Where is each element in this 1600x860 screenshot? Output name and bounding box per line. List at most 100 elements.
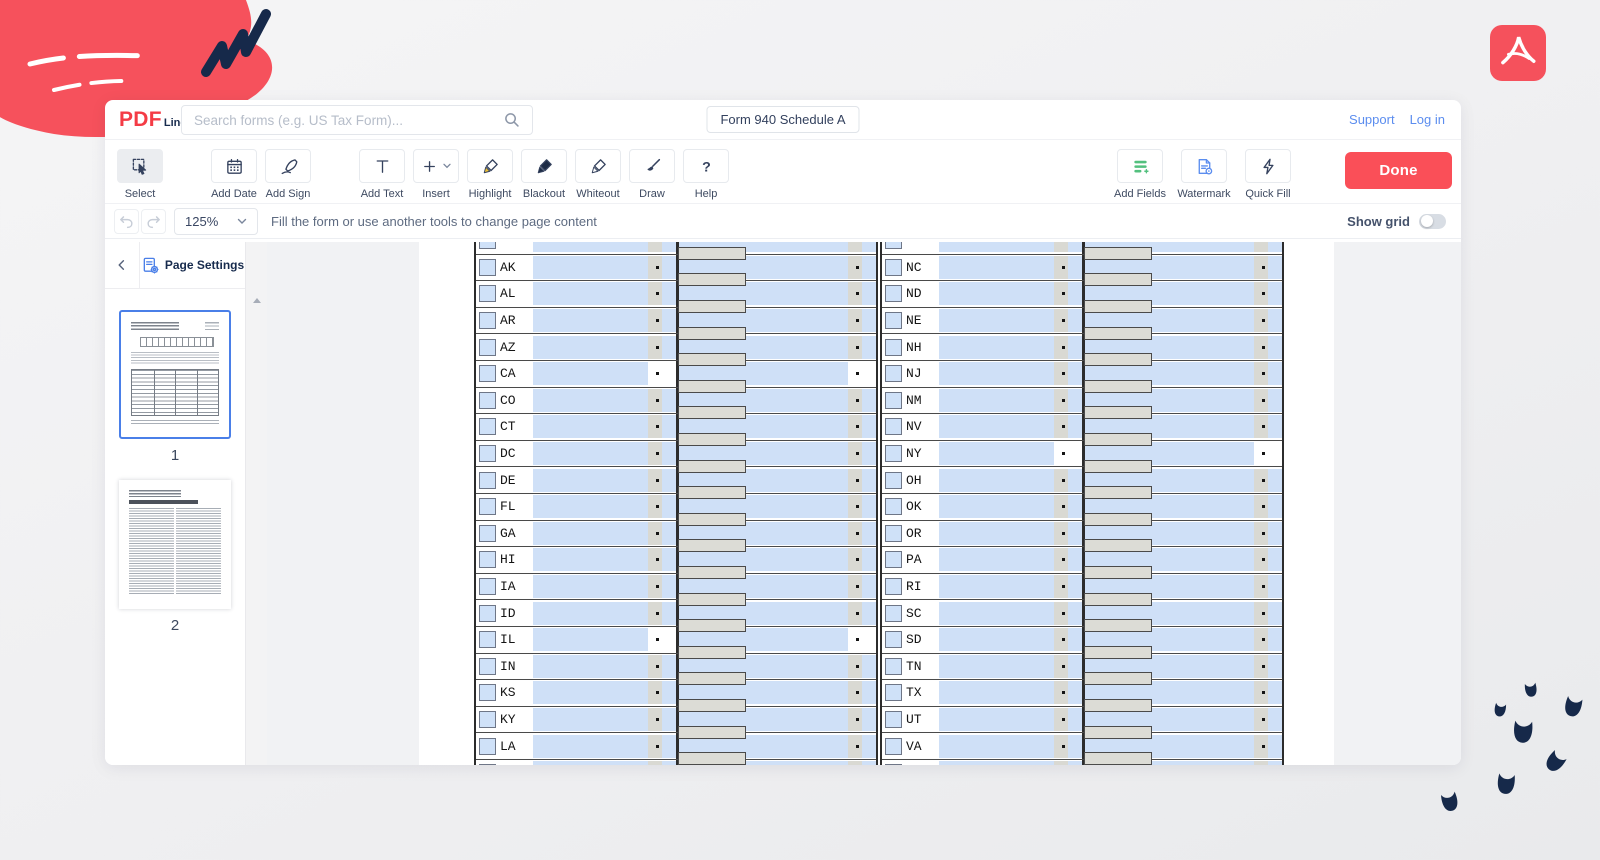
credit-reduction-field[interactable] xyxy=(1151,522,1254,545)
collapse-sidebar-button[interactable] xyxy=(105,242,140,288)
reduction-rate-field[interactable] xyxy=(1085,761,1151,765)
tool-highlight[interactable]: Highlight xyxy=(463,149,517,200)
futa-wages-field[interactable] xyxy=(533,708,648,731)
state-checkbox-pa[interactable] xyxy=(885,551,902,568)
futa-wages-field[interactable] xyxy=(939,575,1054,598)
tool-add-fields[interactable]: Add Fields xyxy=(1109,149,1171,200)
state-checkbox-dc[interactable] xyxy=(479,445,496,462)
search-input[interactable] xyxy=(182,113,503,128)
credit-reduction-field[interactable] xyxy=(1151,735,1254,758)
credit-reduction-field[interactable] xyxy=(745,256,848,279)
credit-reduction-field[interactable] xyxy=(745,309,848,332)
form-name-pill[interactable]: Form 940 Schedule A xyxy=(706,106,859,133)
tool-insert[interactable]: Insert xyxy=(409,149,463,200)
credit-reduction-field[interactable] xyxy=(1151,442,1254,465)
credit-reduction-field[interactable] xyxy=(745,735,848,758)
credit-reduction-field[interactable] xyxy=(745,548,848,571)
futa-wages-field[interactable] xyxy=(939,628,1054,651)
futa-wages-field[interactable] xyxy=(939,362,1054,385)
futa-wages-field[interactable] xyxy=(533,309,648,332)
state-checkbox-nj[interactable] xyxy=(885,365,902,382)
state-checkbox-co[interactable] xyxy=(479,392,496,409)
state-checkbox-ga[interactable] xyxy=(479,525,496,542)
state-checkbox-ny[interactable] xyxy=(885,445,902,462)
futa-wages-field[interactable] xyxy=(533,735,648,758)
credit-reduction-field[interactable] xyxy=(1151,256,1254,279)
futa-wages-field[interactable] xyxy=(533,242,648,252)
futa-wages-field[interactable] xyxy=(533,602,648,625)
tool-quick-fill[interactable]: Quick Fill xyxy=(1237,149,1299,200)
credit-reduction-field[interactable] xyxy=(1151,242,1254,252)
tool-whiteout[interactable]: Whiteout xyxy=(571,149,625,200)
futa-wages-field[interactable] xyxy=(939,522,1054,545)
futa-wages-field[interactable] xyxy=(939,442,1054,465)
credit-reduction-field[interactable] xyxy=(745,708,848,731)
state-checkbox-az[interactable] xyxy=(479,339,496,356)
page-thumbnail-2[interactable] xyxy=(119,480,231,609)
futa-wages-field[interactable] xyxy=(939,602,1054,625)
state-checkbox-ca[interactable] xyxy=(479,365,496,382)
futa-wages-field[interactable] xyxy=(533,282,648,305)
futa-wages-field[interactable] xyxy=(939,655,1054,678)
state-checkbox-ak[interactable] xyxy=(479,259,496,276)
state-checkbox-tx[interactable] xyxy=(885,684,902,701)
credit-reduction-field[interactable] xyxy=(1151,602,1254,625)
futa-wages-field[interactable] xyxy=(533,389,648,412)
credit-reduction-field[interactable] xyxy=(1151,389,1254,412)
futa-wages-field[interactable] xyxy=(939,469,1054,492)
futa-wages-field[interactable] xyxy=(939,309,1054,332)
thumbnails-scrollbar[interactable] xyxy=(245,242,267,765)
state-checkbox[interactable] xyxy=(885,242,902,249)
support-link[interactable]: Support xyxy=(1349,112,1395,127)
futa-wages-field[interactable] xyxy=(533,362,648,385)
futa-wages-field[interactable] xyxy=(939,256,1054,279)
credit-reduction-field[interactable] xyxy=(745,282,848,305)
state-checkbox-nv[interactable] xyxy=(885,418,902,435)
futa-wages-field[interactable] xyxy=(939,415,1054,438)
futa-wages-field[interactable] xyxy=(533,761,648,765)
state-checkbox-fl[interactable] xyxy=(479,498,496,515)
futa-wages-field[interactable] xyxy=(533,681,648,704)
state-checkbox-il[interactable] xyxy=(479,631,496,648)
futa-wages-field[interactable] xyxy=(939,761,1054,765)
futa-wages-field[interactable] xyxy=(533,336,648,359)
credit-reduction-field[interactable] xyxy=(745,389,848,412)
futa-wages-field[interactable] xyxy=(533,442,648,465)
credit-reduction-field[interactable] xyxy=(1151,628,1254,651)
page-settings-button[interactable]: Page Settings xyxy=(141,256,244,275)
search-icon[interactable] xyxy=(503,111,521,129)
page-thumbnail-1[interactable] xyxy=(119,310,231,439)
credit-reduction-field[interactable] xyxy=(1151,469,1254,492)
credit-reduction-field[interactable] xyxy=(745,655,848,678)
tool-add-sign[interactable]: Add Sign xyxy=(261,149,315,200)
futa-wages-field[interactable] xyxy=(533,469,648,492)
credit-reduction-field[interactable] xyxy=(1151,681,1254,704)
futa-wages-field[interactable] xyxy=(533,628,648,651)
tool-add-date[interactable]: Add Date xyxy=(207,149,261,200)
state-checkbox-sc[interactable] xyxy=(885,605,902,622)
futa-wages-field[interactable] xyxy=(939,548,1054,571)
state-checkbox-hi[interactable] xyxy=(479,551,496,568)
credit-reduction-field[interactable] xyxy=(1151,362,1254,385)
login-link[interactable]: Log in xyxy=(1410,112,1445,127)
futa-wages-field[interactable] xyxy=(533,655,648,678)
state-checkbox[interactable] xyxy=(479,764,496,765)
state-checkbox-ok[interactable] xyxy=(885,498,902,515)
credit-reduction-field[interactable] xyxy=(745,495,848,518)
futa-wages-field[interactable] xyxy=(939,242,1054,252)
state-checkbox-nh[interactable] xyxy=(885,339,902,356)
state-checkbox-ri[interactable] xyxy=(885,578,902,595)
credit-reduction-field[interactable] xyxy=(745,761,848,765)
credit-reduction-field[interactable] xyxy=(1151,309,1254,332)
state-checkbox-de[interactable] xyxy=(479,472,496,489)
state-checkbox-tn[interactable] xyxy=(885,658,902,675)
state-checkbox-ct[interactable] xyxy=(479,418,496,435)
state-checkbox[interactable] xyxy=(479,242,496,249)
credit-reduction-field[interactable] xyxy=(1151,336,1254,359)
futa-wages-field[interactable] xyxy=(939,389,1054,412)
futa-wages-field[interactable] xyxy=(533,415,648,438)
futa-wages-field[interactable] xyxy=(533,575,648,598)
tool-watermark[interactable]: Watermark xyxy=(1173,149,1235,200)
credit-reduction-field[interactable] xyxy=(1151,655,1254,678)
credit-reduction-field[interactable] xyxy=(1151,495,1254,518)
